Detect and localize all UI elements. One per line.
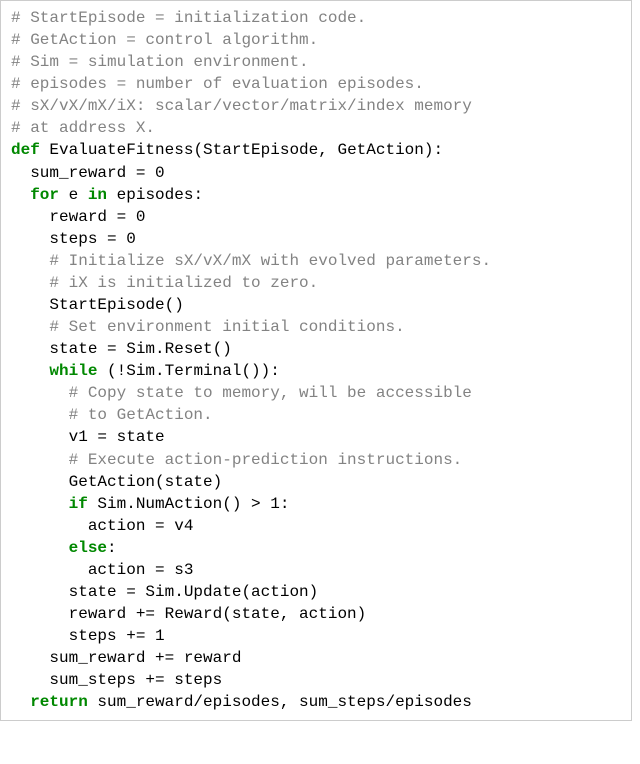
code-line: else: (11, 539, 117, 557)
code-line: reward += Reward(state, action) (11, 605, 366, 623)
code-line: StartEpisode() (11, 296, 184, 314)
code-line: state = Sim.Reset() (11, 340, 232, 358)
code-line: sum_steps += steps (11, 671, 222, 689)
code-line: # Execute action-prediction instructions… (11, 451, 462, 469)
code-line: return sum_reward/episodes, sum_steps/ep… (11, 693, 472, 711)
code-line: # to GetAction. (11, 406, 213, 424)
code-line: if Sim.NumAction() > 1: (11, 495, 289, 513)
code-line: action = v4 (11, 517, 193, 535)
code-line: action = s3 (11, 561, 193, 579)
code-block: # StartEpisode = initialization code. # … (11, 7, 621, 714)
code-line: # GetAction = control algorithm. (11, 31, 318, 49)
code-line: GetAction(state) (11, 473, 222, 491)
code-line: def EvaluateFitness(StartEpisode, GetAct… (11, 141, 443, 159)
code-line: # Copy state to memory, will be accessib… (11, 384, 472, 402)
code-listing: # StartEpisode = initialization code. # … (0, 0, 632, 721)
code-line: steps += 1 (11, 627, 165, 645)
code-line: # Initialize sX/vX/mX with evolved param… (11, 252, 491, 270)
code-line: # Set environment initial conditions. (11, 318, 405, 336)
code-line: # sX/vX/mX/iX: scalar/vector/matrix/inde… (11, 97, 472, 115)
code-line: sum_reward += reward (11, 649, 241, 667)
code-line: # StartEpisode = initialization code. (11, 9, 366, 27)
code-line: reward = 0 (11, 208, 145, 226)
code-line: v1 = state (11, 428, 165, 446)
code-line: # Sim = simulation environment. (11, 53, 309, 71)
code-line: sum_reward = 0 (11, 164, 165, 182)
code-line: while (!Sim.Terminal()): (11, 362, 280, 380)
code-line: steps = 0 (11, 230, 136, 248)
code-line: # iX is initialized to zero. (11, 274, 318, 292)
code-line: for e in episodes: (11, 186, 203, 204)
code-line: # at address X. (11, 119, 155, 137)
code-line: # episodes = number of evaluation episod… (11, 75, 424, 93)
code-line: state = Sim.Update(action) (11, 583, 318, 601)
